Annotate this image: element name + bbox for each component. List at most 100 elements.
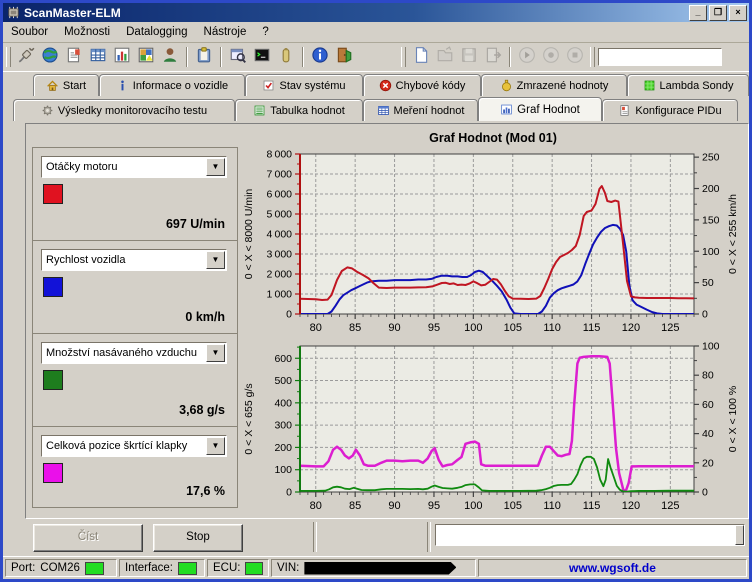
status-vin: VIN: — [271, 559, 476, 577]
svg-text:0 < X < 100 %: 0 < X < 100 % — [727, 386, 739, 453]
close-button[interactable]: × — [729, 5, 747, 21]
svg-text:105: 105 — [504, 500, 522, 512]
parameter-value: 3,68 g/s — [179, 403, 225, 417]
stop-circle-button[interactable] — [563, 45, 587, 69]
tab-v-sledky-monitorovac-ho-testu[interactable]: Výsledky monitorovacího testu — [13, 99, 235, 121]
wgsoft-link[interactable]: www.wgsoft.de — [484, 561, 741, 575]
tab-tabulka-hodnot[interactable]: Tabulka hodnot — [235, 99, 363, 121]
svg-text:85: 85 — [349, 322, 361, 334]
tab-stav-syst-mu[interactable]: Stav systému — [245, 74, 363, 96]
vehicle-doc-icon — [65, 46, 83, 69]
parameter-box-2: Rychlost vozidla▼0 km/h — [32, 240, 238, 334]
svg-text:110: 110 — [543, 322, 561, 334]
parameter-select[interactable]: Otáčky motoru▼ — [41, 156, 227, 178]
svg-text:6 000: 6 000 — [267, 189, 293, 201]
svg-text:100: 100 — [702, 341, 720, 353]
menu-item-?[interactable]: ? — [254, 24, 276, 40]
clipboard-icon — [195, 46, 213, 69]
svg-text:90: 90 — [388, 322, 400, 334]
tab-informace-o-vozidle[interactable]: Informace o vozidle — [99, 74, 245, 96]
svg-text:95: 95 — [428, 322, 440, 334]
connect-button[interactable] — [14, 45, 38, 69]
save-button[interactable] — [457, 45, 481, 69]
graph-panel: Graf Hodnot (Mod 01) Otáčky motoru▼697 U… — [25, 123, 749, 519]
stop-button[interactable]: Stop — [153, 524, 243, 552]
svg-text:150: 150 — [702, 214, 720, 226]
svg-text:60: 60 — [702, 399, 714, 411]
tab-label: Stav systému — [279, 80, 345, 92]
terminal-button[interactable] — [250, 45, 274, 69]
tab-lambda-sondy[interactable]: Lambda Sondy — [627, 74, 749, 96]
read-button[interactable]: Číst — [33, 524, 143, 552]
parameter-select[interactable]: Množství nasávaného vzduchu▼ — [41, 342, 227, 364]
svg-text:0: 0 — [702, 487, 708, 499]
tab-zmrazen-hodnoty[interactable]: Zmrazené hodnoty — [481, 74, 627, 96]
info-icon — [311, 46, 329, 69]
app-window: ScanMaster-ELM _ ❐ × SouborMožnostiDatal… — [0, 0, 752, 582]
tab-label: Meření hodnot — [394, 105, 465, 117]
maximize-button[interactable]: ❐ — [709, 5, 727, 21]
open-file-button[interactable] — [433, 45, 457, 69]
svg-text:115: 115 — [583, 500, 601, 512]
tab-graf-hodnot[interactable]: Graf Hodnot — [478, 97, 602, 121]
series-color-swatch — [43, 184, 63, 204]
title-bar: ScanMaster-ELM _ ❐ × — [3, 3, 749, 22]
dtc-error-icon — [379, 79, 392, 92]
airflow-throttle-chart: 0100200300400500600020406080100808590951… — [242, 338, 744, 516]
battery-button[interactable] — [274, 45, 298, 69]
svg-text:4 000: 4 000 — [267, 229, 293, 241]
chevron-down-icon[interactable]: ▼ — [206, 158, 225, 176]
user-button[interactable] — [158, 45, 182, 69]
parameter-select[interactable]: Rychlost vozidla▼ — [41, 249, 227, 271]
search-window-icon — [229, 46, 247, 69]
chevron-down-icon[interactable]: ▼ — [206, 251, 225, 269]
tab-konfigurace-pidu[interactable]: Konfigurace PIDu — [602, 99, 738, 121]
tab-chybov-k-dy[interactable]: Chybové kódy — [363, 74, 481, 96]
svg-text:85: 85 — [349, 500, 361, 512]
toolbar-input[interactable] — [598, 48, 722, 66]
grid-button[interactable] — [86, 45, 110, 69]
parameter-select[interactable]: Celková pozice škrtící klapky▼ — [41, 435, 227, 457]
toolbar-grip[interactable] — [401, 47, 406, 67]
svg-text:80: 80 — [310, 322, 322, 334]
exit-door-button[interactable] — [332, 45, 356, 69]
toolbar-grip[interactable] — [590, 47, 595, 67]
menu-item-monosti[interactable]: Možnosti — [56, 24, 118, 40]
progress-bar[interactable] — [435, 524, 745, 546]
chart-icon — [113, 46, 131, 69]
svg-text:1 000: 1 000 — [267, 289, 293, 301]
vehicle-doc-button[interactable] — [62, 45, 86, 69]
start-icon — [46, 79, 59, 92]
chevron-down-icon[interactable]: ▼ — [206, 344, 225, 362]
svg-text:0: 0 — [286, 487, 292, 499]
export-button[interactable] — [481, 45, 505, 69]
svg-text:125: 125 — [661, 322, 679, 334]
globe-button[interactable] — [38, 45, 62, 69]
progress-thumb[interactable] — [735, 525, 744, 545]
ecu-label: ECU: — [213, 562, 240, 574]
tab-me-en-hodnot[interactable]: Meření hodnot — [363, 99, 478, 121]
svg-text:80: 80 — [702, 370, 714, 382]
toolbar-grip[interactable] — [6, 47, 11, 67]
minimize-button[interactable]: _ — [689, 5, 707, 21]
clipboard-button[interactable] — [192, 45, 216, 69]
picture-icon — [137, 46, 155, 69]
lambda-icon — [643, 79, 656, 92]
globe-icon — [41, 46, 59, 69]
menu-item-nstroje[interactable]: Nástroje — [196, 24, 255, 40]
info-button[interactable] — [308, 45, 332, 69]
parameter-select-value: Otáčky motoru — [42, 161, 205, 173]
chart-button[interactable] — [110, 45, 134, 69]
interface-led-icon — [178, 562, 197, 575]
search-window-button[interactable] — [226, 45, 250, 69]
chevron-down-icon[interactable]: ▼ — [206, 437, 225, 455]
play-button[interactable] — [515, 45, 539, 69]
new-file-button[interactable] — [409, 45, 433, 69]
picture-button[interactable] — [134, 45, 158, 69]
record-button[interactable] — [539, 45, 563, 69]
menu-item-soubor[interactable]: Soubor — [3, 24, 56, 40]
menu-item-datalogging[interactable]: Datalogging — [118, 24, 195, 40]
parameter-value: 697 U/min — [166, 217, 225, 231]
tab-start[interactable]: Start — [33, 74, 99, 96]
svg-text:250: 250 — [702, 152, 720, 164]
